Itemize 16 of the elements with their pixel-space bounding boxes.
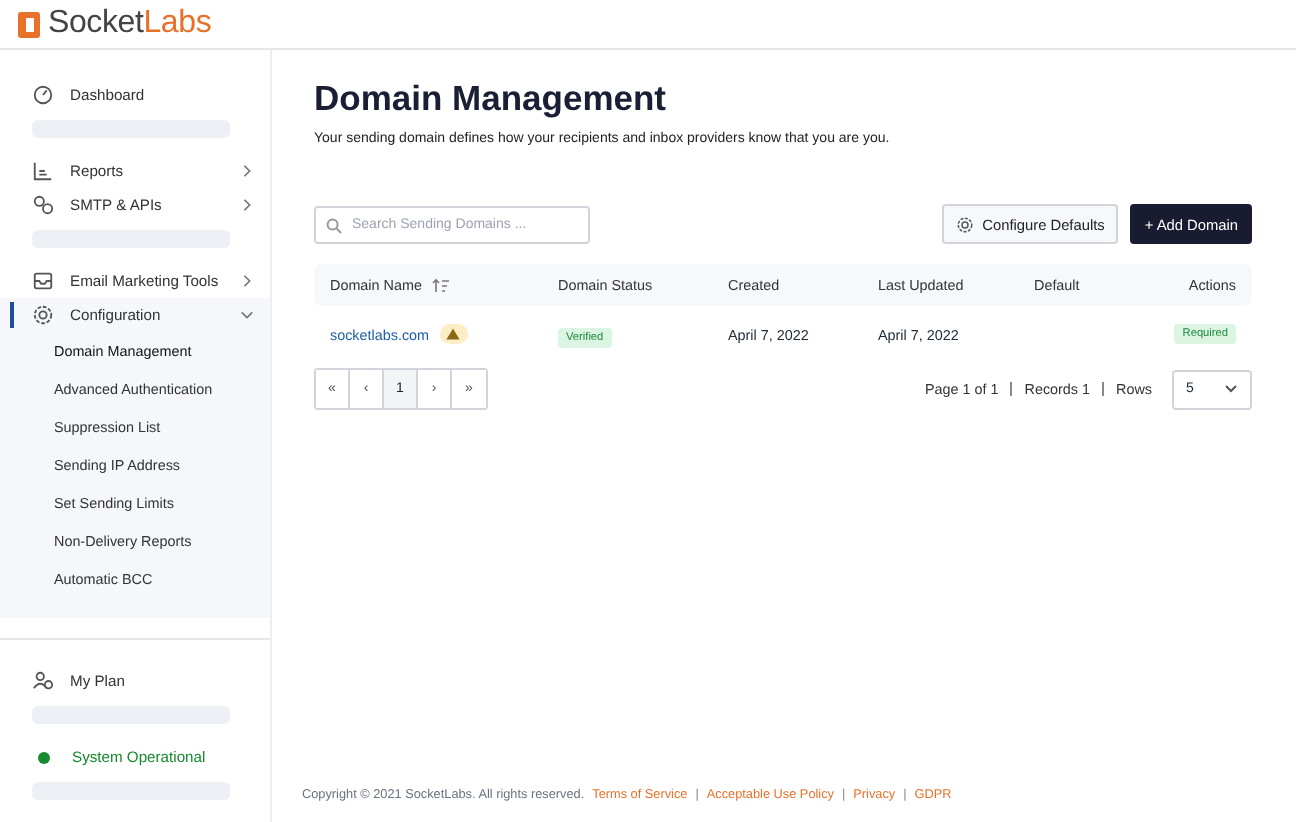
caret-icon [1224,384,1238,394]
page-title: Domain Management [314,78,668,120]
logo: SocketLabs [18,6,212,42]
nav-icon [32,84,54,106]
chevron-icon [240,164,254,178]
nav-icon [32,194,54,216]
chevron-icon [240,198,254,212]
nav-icon [32,670,54,692]
nav-icon [32,270,54,292]
search-icon [326,217,342,233]
settings-icon [956,215,975,233]
nav-icon [32,304,54,326]
chevron-icon [240,274,254,288]
sort-icon[interactable] [431,277,450,293]
chevron-icon [240,308,254,322]
nav-icon [32,160,54,182]
